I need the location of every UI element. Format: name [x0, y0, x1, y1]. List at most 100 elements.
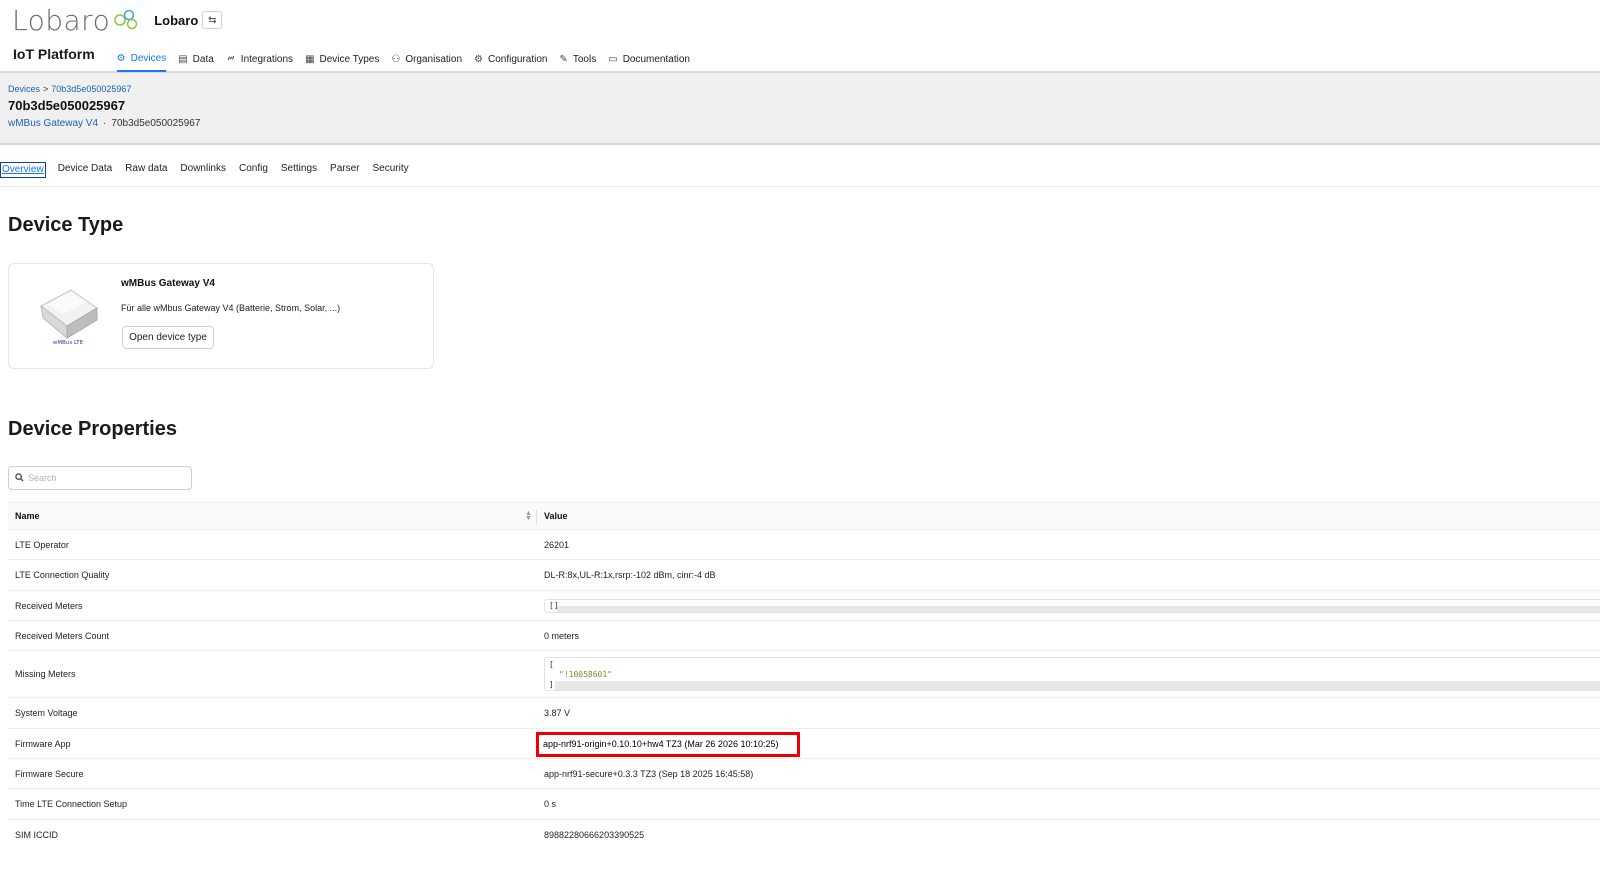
platform-title: IoT Platform: [13, 46, 95, 62]
logo-text: Lobaro: [12, 3, 111, 37]
page-header: Devices >70b3d5e050025967 70b3d5e05002596…: [0, 73, 1600, 145]
device-subtitle: wMBus Gateway V4 · 70b3d5e050025967: [8, 118, 200, 129]
property-name: LTE Connection Quality: [15, 570, 110, 580]
tab-overview[interactable]: Overview: [0, 162, 46, 178]
page-title: 70b3d5e050025967: [8, 98, 126, 113]
nav-device-types[interactable]: ▦ Device Types: [305, 44, 379, 72]
nav-label: Integrations: [240, 54, 294, 65]
device-id: 70b3d5e050025967: [111, 118, 201, 129]
table-row: Received Meters []: [8, 591, 1600, 621]
tool-icon: ✎: [559, 54, 568, 65]
search-input[interactable]: [28, 473, 178, 483]
organisation-name: Lobaro: [154, 12, 199, 28]
tab-downlinks[interactable]: Downlinks: [179, 162, 227, 178]
lobaro-logo[interactable]: Lobaro: [12, 4, 142, 37]
device-type-link[interactable]: wMBus Gateway V4: [8, 118, 98, 129]
sort-icon[interactable]: ▲ ▼: [525, 510, 532, 522]
property-name: Firmware Secure: [15, 769, 84, 779]
main-navigation: IoT Platform ⚙ Devices ▤ Data Integratio…: [13, 44, 702, 72]
team-icon: ⚇: [391, 54, 401, 65]
json-bracket-open: [: [549, 660, 554, 669]
property-name: LTE Operator: [15, 540, 69, 550]
table-row: Time LTE Connection Setup 0 s: [8, 789, 1600, 820]
property-value: 0 meters: [544, 631, 580, 641]
nav-label: Device Types: [319, 54, 380, 65]
open-device-type-button[interactable]: Open device type: [122, 326, 214, 349]
grid-icon: ▦: [305, 54, 315, 65]
device-type-card: wMBus LTE wMBus Gateway V4 Für alle wMbu…: [8, 263, 434, 369]
nav-configuration[interactable]: ⚙ Configuration: [474, 44, 547, 72]
book-icon: ▭: [608, 54, 618, 65]
nav-organisation[interactable]: ⚇ Organisation: [391, 44, 462, 72]
tab-settings[interactable]: Settings: [280, 162, 318, 178]
breadcrumb-devices[interactable]: Devices: [8, 84, 40, 94]
property-name: Received Meters Count: [15, 631, 110, 641]
brand-row: Lobaro Lobaro ⇆: [12, 4, 223, 37]
column-header-value: Value: [544, 511, 568, 521]
property-value: 89882280666203390525: [544, 830, 645, 840]
highlight-box: [536, 732, 800, 757]
horizontal-scrollbar[interactable]: [557, 606, 1600, 612]
table-row: System Voltage 3.87 V: [8, 698, 1600, 729]
json-viewer[interactable]: []: [544, 599, 1600, 613]
property-name: Firmware App: [15, 739, 71, 749]
device-type-description: Für alle wMbus Gateway V4 (Batterie, Str…: [121, 303, 341, 313]
gear-icon: ⚙: [116, 53, 126, 64]
nav-label: Devices: [130, 53, 167, 64]
column-header-name[interactable]: Name: [15, 511, 40, 521]
nav-devices[interactable]: ⚙ Devices: [116, 44, 167, 72]
tab-parser[interactable]: Parser: [329, 162, 360, 178]
properties-table: Name ▲ ▼ Value LTE Operator 26201 LTE Con…: [8, 502, 1600, 850]
table-row: Received Meters Count 0 meters: [8, 621, 1600, 651]
table-row: LTE Operator 26201: [8, 530, 1600, 560]
property-name: Time LTE Connection Setup: [15, 799, 128, 809]
tab-raw-data[interactable]: Raw data: [124, 162, 168, 178]
property-value: app-nrf91-secure+0.3.3 TZ3 (Sep 18 2025 …: [544, 769, 754, 779]
table-row: Firmware App app-nrf91-origin+0.10.10+hw…: [8, 729, 1600, 759]
nav-tools[interactable]: ✎ Tools: [559, 44, 596, 72]
search-icon: [15, 472, 24, 484]
nav-label: Data: [192, 54, 214, 65]
table-row: SIM ICCID 89882280666203390525: [8, 820, 1600, 850]
property-name: System Voltage: [15, 708, 78, 718]
search-box: [8, 466, 192, 490]
property-name: Missing Meters: [15, 669, 76, 679]
tab-security[interactable]: Security: [371, 162, 409, 178]
nav-documentation[interactable]: ▭ Documentation: [608, 44, 690, 72]
nav-label: Tools: [572, 54, 597, 65]
settings-icon: ⚙: [474, 54, 483, 65]
separator-dot: ·: [103, 118, 107, 129]
table-header: Name ▲ ▼ Value: [8, 502, 1600, 530]
table-row: LTE Connection Quality DL-R:8x,UL-R:1x,r…: [8, 560, 1600, 591]
property-name: Received Meters: [15, 601, 83, 611]
device-image-caption: wMBus LTE: [53, 340, 84, 346]
breadcrumb: Devices >70b3d5e050025967: [8, 84, 131, 94]
nav-label: Configuration: [488, 54, 548, 65]
json-string: "!10058601": [559, 670, 612, 679]
nav-label: Documentation: [622, 54, 690, 65]
link-icon: [226, 53, 236, 66]
horizontal-scrollbar[interactable]: [555, 681, 1600, 690]
device-properties-heading: Device Properties: [8, 418, 177, 440]
json-bracket-close: ]: [549, 680, 554, 689]
device-image: wMBus LTE: [40, 289, 98, 346]
device-type-heading: Device Type: [8, 214, 124, 236]
top-header: Lobaro Lobaro ⇆ IoT Platform ⚙ Devices ▤…: [0, 0, 1600, 73]
nav-label: Organisation: [405, 54, 463, 65]
device-type-name: wMBus Gateway V4: [121, 278, 215, 289]
property-name: SIM ICCID: [15, 830, 59, 840]
tab-config[interactable]: Config: [238, 162, 269, 178]
column-divider: [536, 510, 537, 524]
property-value: 0 s: [544, 799, 557, 809]
nav-integrations[interactable]: Integrations: [226, 44, 293, 72]
logo-mark-icon: [114, 9, 138, 30]
tab-device-data[interactable]: Device Data: [57, 162, 113, 178]
property-value: DL-R:8x,UL-R:1x,rsrp:-102 dBm, cinr:-4 d…: [544, 570, 716, 580]
nav-data[interactable]: ▤ Data: [178, 44, 214, 72]
table-row: Missing Meters [ "!10058601" ]: [8, 651, 1600, 698]
switch-organisation-icon[interactable]: ⇆: [202, 11, 223, 29]
json-viewer[interactable]: [ "!10058601" ]: [544, 657, 1600, 691]
breadcrumb-device[interactable]: 70b3d5e050025967: [51, 84, 131, 94]
device-tabs: Overview Device Data Raw data Downlinks …: [0, 162, 1600, 187]
property-value: 3.87 V: [544, 708, 571, 718]
